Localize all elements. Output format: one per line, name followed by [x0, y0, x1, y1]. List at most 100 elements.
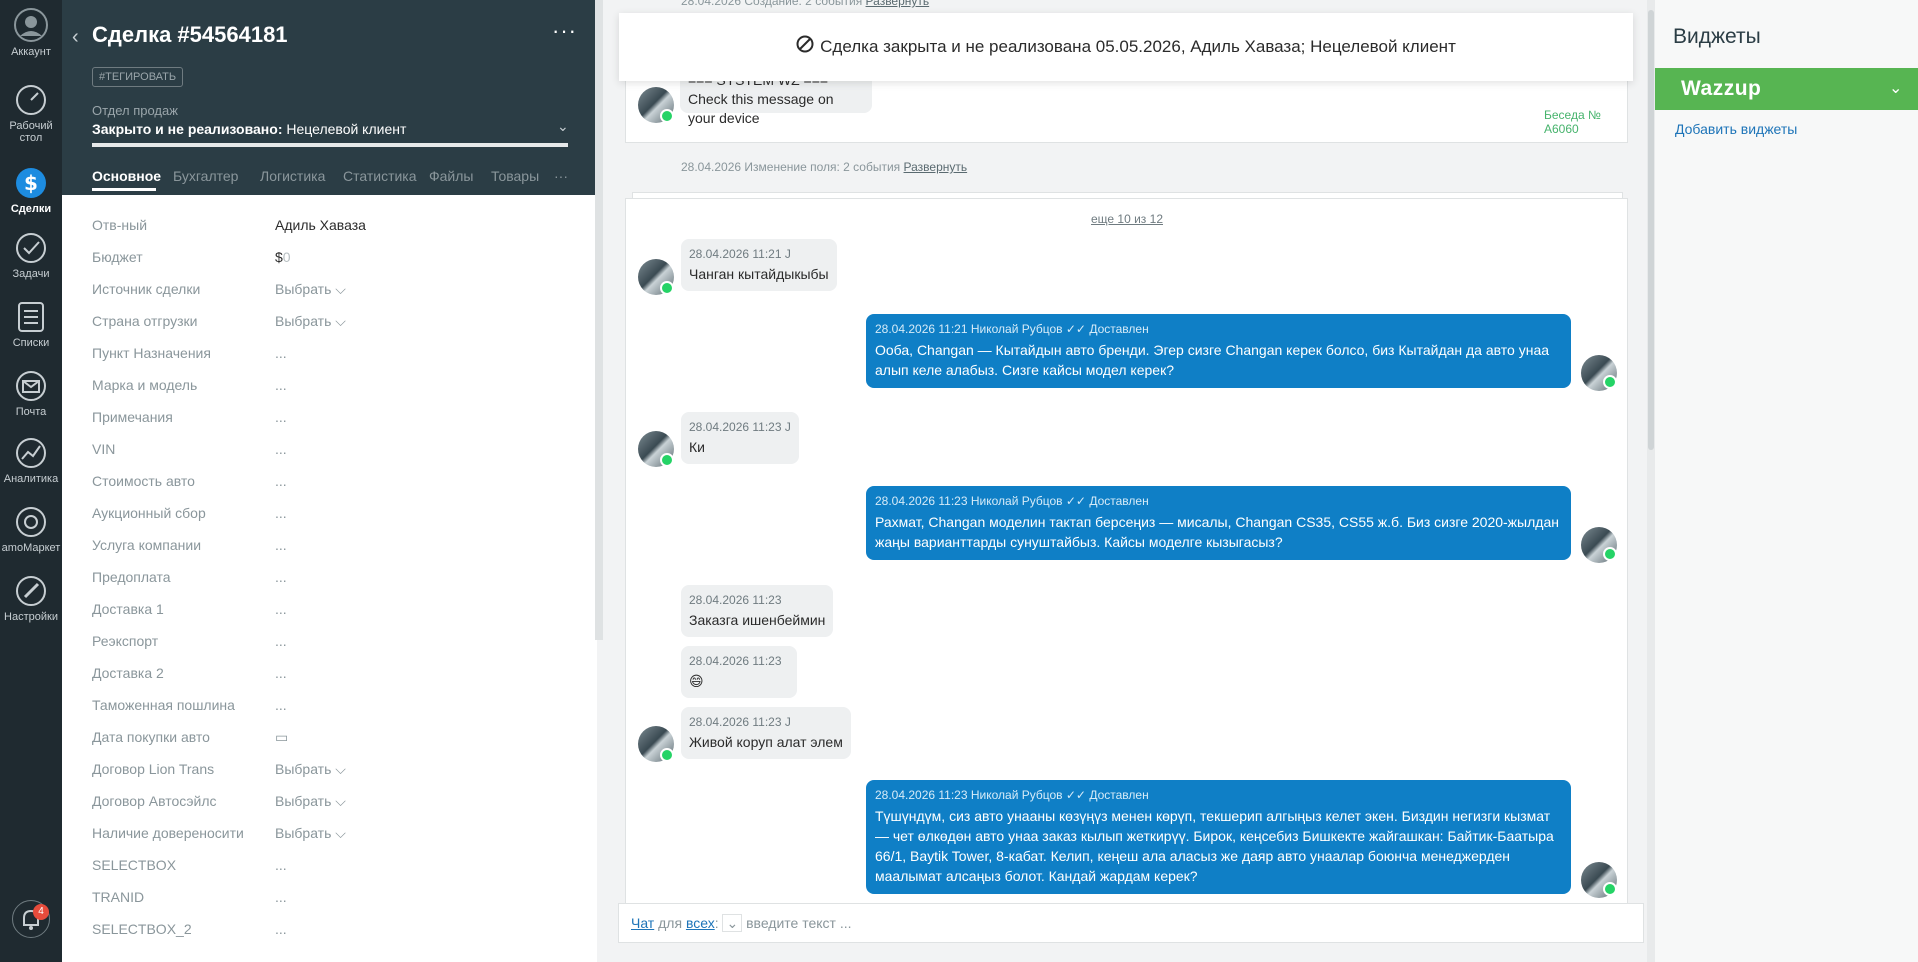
- nav-tasks[interactable]: Задачи: [0, 232, 62, 280]
- field-input[interactable]: ...: [275, 857, 287, 873]
- field-input[interactable]: ...: [275, 473, 287, 489]
- whatsapp-icon: [1603, 882, 1617, 896]
- change-meta-text: 28.04.2026 Изменение поля: 2 события: [681, 160, 901, 174]
- nav-tasks-label: Задачи: [12, 268, 50, 280]
- field-select[interactable]: Выбрать ⌵: [275, 313, 346, 330]
- lists-icon: [18, 302, 44, 332]
- wazzup-label: Wazzup: [1681, 77, 1762, 100]
- chevron-down-icon[interactable]: ⌄: [1889, 78, 1902, 98]
- widgets-panel: Виджеты Wazzup ⌄ Добавить виджеты: [1655, 0, 1918, 962]
- tab-main[interactable]: Основное: [92, 168, 161, 184]
- status-select[interactable]: Закрыто и не реализовано: Нецелевой клие…: [92, 121, 406, 137]
- deal-scrollbar[interactable]: [595, 0, 603, 640]
- nav-deals-label: Сделки: [10, 203, 52, 215]
- whatsapp-icon: [660, 109, 674, 123]
- tab-statistics[interactable]: Статистика: [343, 168, 417, 184]
- message-text: Ки: [689, 439, 705, 455]
- creation-meta-text: 28.04.2026 Создание: 2 события: [681, 0, 863, 8]
- recipient-dropdown-icon[interactable]: ⌄: [722, 914, 743, 932]
- field-label: Бюджет: [92, 249, 143, 265]
- tab-accounting[interactable]: Бухгалтер: [173, 168, 238, 184]
- chat-type-link[interactable]: Чат: [631, 915, 654, 931]
- field-value[interactable]: Адиль Хаваза: [275, 217, 366, 233]
- deal-more-button[interactable]: ···: [552, 18, 577, 44]
- field-select[interactable]: Выбрать ⌵: [275, 761, 346, 778]
- budget-field[interactable]: $0: [275, 249, 291, 265]
- message-meta: 28.04.2026 11:23: [689, 593, 782, 607]
- feed-scrollbar-thumb[interactable]: [1648, 10, 1654, 450]
- system-message-text: Check this message on your device: [688, 91, 834, 126]
- field-input[interactable]: ...: [275, 569, 287, 585]
- field-select[interactable]: Выбрать ⌵: [275, 281, 346, 298]
- nav-desktop[interactable]: Рабочий стол: [0, 84, 62, 144]
- message-bubble-in: 28.04.2026 11:21 J Чанган кытайдыкыбы: [681, 239, 837, 291]
- field-input[interactable]: ...: [275, 697, 287, 713]
- field-input[interactable]: ...: [275, 505, 287, 521]
- deals-icon: $: [16, 168, 46, 198]
- message-meta: 28.04.2026 11:23 Николай Рубцов ✓✓ Доста…: [875, 788, 1149, 802]
- nav-mail[interactable]: Почта: [0, 370, 62, 418]
- field-label: Пункт Назначения: [92, 345, 211, 361]
- budget-value: 0: [282, 249, 291, 265]
- chat-recipient-link[interactable]: всех: [686, 915, 715, 931]
- nav-deals[interactable]: $ Сделки: [0, 165, 62, 215]
- whatsapp-icon: [660, 281, 674, 295]
- calendar-icon[interactable]: ▭: [275, 729, 288, 746]
- load-more-link[interactable]: еще 10 из 12: [1091, 212, 1163, 226]
- field-input[interactable]: ...: [275, 665, 287, 681]
- nav-settings-label: Настройки: [4, 611, 58, 623]
- expand-link[interactable]: Развернуть: [866, 0, 930, 8]
- nav-settings[interactable]: Настройки: [0, 575, 62, 623]
- message-text: Ооба, Changan — Кытайдын авто бренди. Эг…: [875, 342, 1550, 378]
- tab-products[interactable]: Товары: [491, 168, 539, 184]
- field-select[interactable]: Выбрать ⌵: [275, 793, 346, 810]
- field-input[interactable]: ...: [275, 345, 287, 361]
- tab-more[interactable]: ···: [554, 168, 568, 184]
- add-widgets-link[interactable]: Добавить виджеты: [1675, 121, 1797, 137]
- deal-title[interactable]: Сделка #54564181: [92, 22, 288, 48]
- status-progress-bar: [92, 143, 568, 147]
- tab-logistics[interactable]: Логистика: [260, 168, 325, 184]
- message-bubble-in: 28.04.2026 11:23 😄: [681, 646, 797, 698]
- nav-analytics[interactable]: Аналитика: [0, 437, 62, 485]
- field-input[interactable]: ...: [275, 601, 287, 617]
- closed-deal-text: Сделка закрыта и не реализована 05.05.20…: [820, 37, 1456, 56]
- expand-link[interactable]: Развернуть: [904, 160, 968, 174]
- nav-analytics-label: Аналитика: [3, 473, 59, 485]
- closed-deal-banner: Сделка закрыта и не реализована 05.05.20…: [619, 13, 1633, 81]
- field-select[interactable]: Выбрать ⌵: [275, 825, 346, 842]
- field-label: Предоплата: [92, 569, 171, 585]
- message-text: Живой коруп алат элем: [689, 734, 843, 750]
- field-input[interactable]: ...: [275, 921, 287, 937]
- field-input[interactable]: ...: [275, 441, 287, 457]
- change-meta: 28.04.2026 Изменение поля: 2 события Раз…: [681, 160, 967, 174]
- status-reason: Нецелевой клиент: [282, 121, 407, 137]
- nav-account[interactable]: Аккаунт: [0, 8, 62, 58]
- creation-meta: 28.04.2026 Создание: 2 события Развернут…: [681, 0, 929, 8]
- field-input[interactable]: ...: [275, 889, 287, 905]
- tag-button[interactable]: #ТЕГИРОВАТЬ: [92, 67, 184, 87]
- field-input[interactable]: ...: [275, 537, 287, 553]
- field-label: Отв-ный: [92, 217, 148, 233]
- field-label: Договор Автосэйлс: [92, 793, 217, 809]
- nav-lists[interactable]: Списки: [0, 301, 62, 349]
- message-bubble-out: 28.04.2026 11:21 Николай Рубцов ✓✓ Доста…: [866, 314, 1571, 388]
- field-label: Договор Lion Trans: [92, 761, 215, 777]
- settings-icon: [16, 576, 46, 606]
- field-input[interactable]: ...: [275, 409, 287, 425]
- field-input[interactable]: ...: [275, 633, 287, 649]
- feed: 28.04.2026 Создание: 2 события Развернут…: [603, 0, 1650, 962]
- chevron-down-icon[interactable]: ⌄: [557, 118, 569, 135]
- chat-input[interactable]: Чат для всех: ⌄ введите текст ...: [618, 903, 1644, 943]
- wazzup-widget[interactable]: Wazzup ⌄: [1655, 68, 1918, 110]
- message-text: Заказга ишенбеймин: [689, 612, 826, 628]
- main-nav: Аккаунт Рабочий стол $ Сделки Задачи Спи…: [0, 0, 62, 962]
- conversation-number[interactable]: Беседа № А6060: [1544, 108, 1627, 136]
- back-icon[interactable]: ‹: [72, 26, 79, 49]
- chat-placeholder[interactable]: введите текст ...: [746, 915, 851, 931]
- field-input[interactable]: ...: [275, 377, 287, 393]
- field-label: Реэкспорт: [92, 633, 159, 649]
- nav-market[interactable]: amoМаркет: [0, 506, 62, 554]
- widgets-title: Виджеты: [1673, 25, 1761, 48]
- tab-files[interactable]: Файлы: [429, 168, 473, 184]
